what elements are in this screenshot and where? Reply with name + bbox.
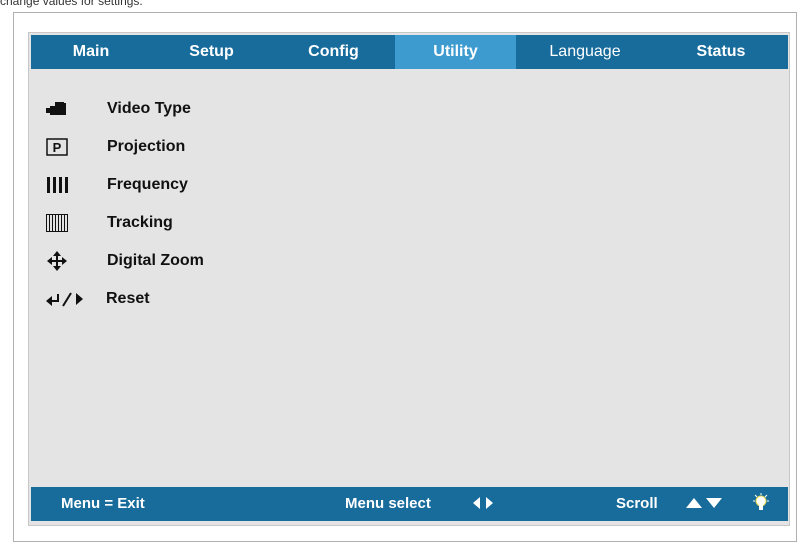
tab-config[interactable]: Config [272,35,395,69]
scroll-hint: Scroll [616,495,658,512]
left-right-arrows-icon [473,496,493,514]
menu-item-tracking[interactable]: Tracking [46,204,204,242]
lamp-icon [753,493,769,517]
menu-item-label: Reset [106,290,150,307]
tracking-bars-icon [46,212,80,234]
menu-item-frequency[interactable]: Frequency [46,166,204,204]
footer-hint-bar: Menu = Exit Menu select Scroll [31,487,788,521]
menu-item-digital-zoom[interactable]: Digital Zoom [46,242,204,280]
menu-select-hint: Menu select [345,495,431,512]
menu-exit-hint: Menu = Exit [61,495,145,512]
tab-bar: Main Setup Config Utility Language Statu… [31,35,788,69]
osd-menu-panel: Main Setup Config Utility Language Statu… [28,32,790,526]
menu-item-projection[interactable]: P Projection [46,128,204,166]
tab-status[interactable]: Status [654,35,788,69]
move-arrows-icon [46,250,80,272]
video-camera-icon [46,98,80,120]
projection-p-icon: P [46,136,80,158]
svg-text:P: P [53,140,62,155]
tab-utility[interactable]: Utility [395,35,516,69]
caption-text: change values for settings. [0,0,143,8]
tab-main[interactable]: Main [31,35,151,69]
reset-arrows-icon [46,288,90,310]
frequency-bars-icon [46,174,80,196]
menu-item-label: Frequency [107,176,188,193]
menu-item-video-type[interactable]: Video Type [46,90,204,128]
utility-menu-list: Video Type P Projection Frequency Tracki… [46,90,204,318]
menu-item-label: Tracking [107,214,173,231]
tab-setup[interactable]: Setup [151,35,272,69]
tab-language[interactable]: Language [516,35,654,69]
menu-item-label: Projection [107,138,186,155]
up-down-arrows-icon [686,496,722,514]
menu-item-label: Digital Zoom [107,252,204,269]
menu-item-reset[interactable]: Reset [46,280,204,318]
menu-item-label: Video Type [107,100,191,117]
